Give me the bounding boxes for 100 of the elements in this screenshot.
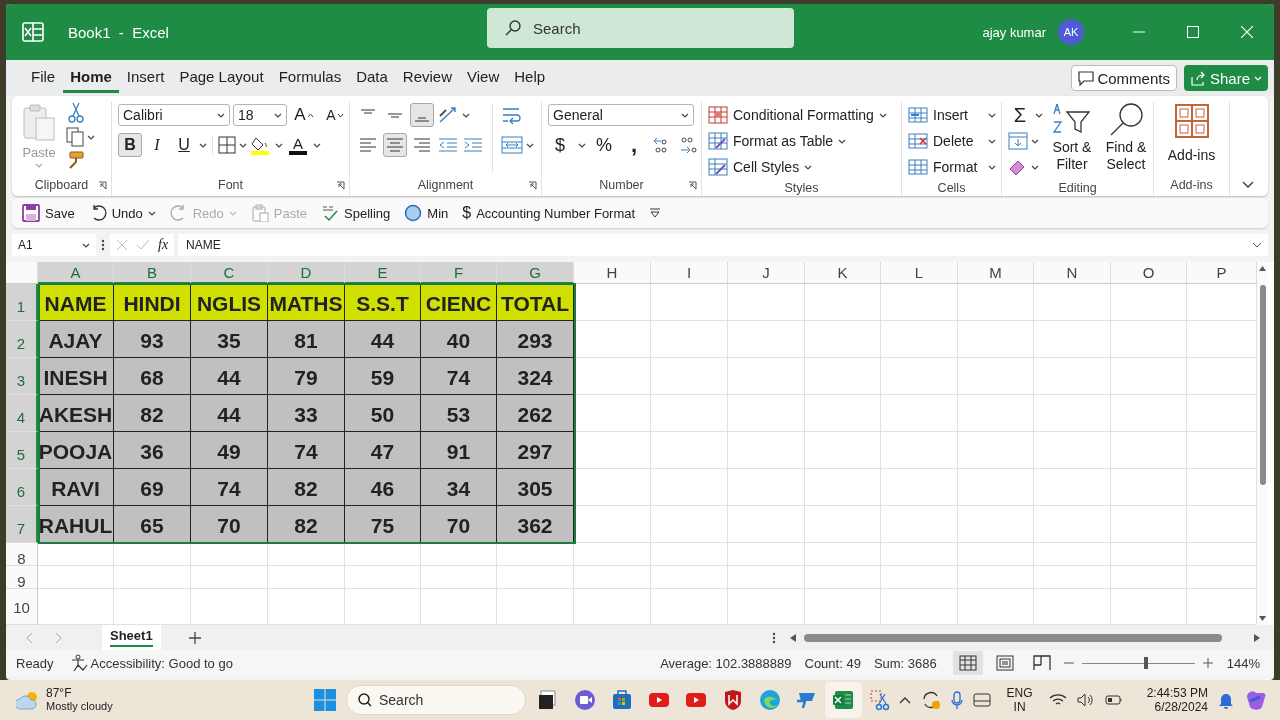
column-header[interactable]: O xyxy=(1111,262,1187,284)
empty-cell[interactable] xyxy=(805,321,881,358)
empty-cell[interactable] xyxy=(728,432,805,469)
caret-icon[interactable] xyxy=(462,112,470,118)
font-name-select[interactable]: Calibri xyxy=(118,104,230,126)
column-header[interactable]: L xyxy=(881,262,958,284)
row-header[interactable]: 2 xyxy=(6,321,38,358)
empty-cell[interactable] xyxy=(1111,395,1187,432)
empty-cell[interactable] xyxy=(805,566,881,589)
column-header[interactable]: A xyxy=(38,262,114,284)
empty-cell[interactable] xyxy=(1111,358,1187,395)
menu-tab[interactable]: Home xyxy=(63,63,119,93)
taskbar-search-field[interactable]: Search xyxy=(346,685,526,715)
fill-color-icon[interactable] xyxy=(250,135,272,155)
scroll-right-icon[interactable] xyxy=(1254,633,1260,642)
zoom-in-icon[interactable] xyxy=(1202,658,1213,668)
empty-cell[interactable] xyxy=(651,506,728,543)
caret-icon[interactable] xyxy=(526,142,534,148)
empty-cell[interactable] xyxy=(805,432,881,469)
empty-cell[interactable] xyxy=(958,543,1034,566)
column-header[interactable]: F xyxy=(421,262,497,284)
row-header[interactable]: 7 xyxy=(6,506,38,543)
empty-cell[interactable] xyxy=(651,358,728,395)
menu-tab[interactable]: Formulas xyxy=(271,63,349,93)
save-button[interactable]: Save xyxy=(22,204,75,222)
merge-cells-icon[interactable] xyxy=(501,135,523,155)
row-header[interactable]: 5 xyxy=(6,432,38,469)
menu-tab[interactable]: Data xyxy=(349,63,395,93)
empty-cell[interactable] xyxy=(574,566,651,589)
styles-menu-button[interactable]: Cell Styles xyxy=(708,154,887,180)
copy-icon[interactable] xyxy=(66,127,84,147)
next-sheet-icon[interactable] xyxy=(54,631,62,644)
battery-icon[interactable] xyxy=(1104,695,1123,705)
format-painter-icon[interactable] xyxy=(66,150,86,170)
empty-cell[interactable] xyxy=(345,543,421,566)
empty-cell[interactable] xyxy=(268,566,345,589)
empty-cell[interactable] xyxy=(805,284,881,321)
caret-icon[interactable] xyxy=(804,164,813,170)
empty-cell[interactable] xyxy=(114,566,191,589)
empty-cell[interactable] xyxy=(881,358,958,395)
underline-button[interactable]: U xyxy=(172,133,196,157)
row-header[interactable]: 10 xyxy=(6,589,38,625)
accessibility-button[interactable]: Accessibility: Good to go xyxy=(69,654,233,672)
sort-filter-button[interactable]: Sort & Filter xyxy=(1049,102,1095,180)
cells-menu-button[interactable]: Insert xyxy=(908,102,996,128)
empty-cell[interactable] xyxy=(1111,506,1187,543)
column-header[interactable]: J xyxy=(728,262,805,284)
cut-icon[interactable] xyxy=(66,102,86,124)
row-header[interactable]: 9 xyxy=(6,566,38,589)
dialog-launcher-icon[interactable] xyxy=(336,180,345,190)
empty-cell[interactable] xyxy=(497,543,574,566)
empty-cell[interactable] xyxy=(958,284,1034,321)
microphone-icon[interactable] xyxy=(950,691,963,709)
find-select-button[interactable]: Find & Select xyxy=(1101,102,1151,180)
empty-cell[interactable] xyxy=(881,321,958,358)
wifi-icon[interactable] xyxy=(1048,693,1067,707)
empty-cell[interactable] xyxy=(881,432,958,469)
number-format-select[interactable]: General xyxy=(548,104,694,126)
caret-icon[interactable] xyxy=(988,112,996,118)
add-sheet-icon[interactable] xyxy=(188,631,201,644)
column-header[interactable]: C xyxy=(191,262,268,284)
notification-bell-icon[interactable] xyxy=(1218,691,1234,709)
empty-cell[interactable] xyxy=(1034,566,1111,589)
cells-menu-button[interactable]: Delete xyxy=(908,128,996,154)
empty-cell[interactable] xyxy=(651,395,728,432)
menu-tab[interactable]: Insert xyxy=(119,63,172,93)
empty-cell[interactable] xyxy=(958,566,1034,589)
column-header[interactable]: E xyxy=(345,262,421,284)
empty-cell[interactable] xyxy=(1034,469,1111,506)
font-size-select[interactable]: 18 xyxy=(233,104,287,126)
empty-cell[interactable] xyxy=(191,566,268,589)
scrollbar-thumb[interactable] xyxy=(804,633,1222,642)
empty-cell[interactable] xyxy=(1111,543,1187,566)
empty-cell[interactable] xyxy=(268,543,345,566)
sheet-tab[interactable]: Sheet1 xyxy=(102,625,161,650)
dialog-launcher-icon[interactable] xyxy=(688,180,697,190)
caret-icon[interactable] xyxy=(275,142,283,148)
italic-button[interactable]: I xyxy=(145,133,169,157)
menu-tab[interactable]: Review xyxy=(395,63,459,93)
empty-cell[interactable] xyxy=(805,395,881,432)
more-options-icon[interactable] xyxy=(772,631,776,644)
accounting-button[interactable]: $ Accounting Number Format xyxy=(462,204,636,222)
name-box[interactable]: A1 xyxy=(12,234,96,256)
start-icon[interactable] xyxy=(314,689,336,711)
percent-button[interactable]: % xyxy=(592,133,616,157)
comments-button[interactable]: Comments xyxy=(1071,65,1177,91)
keyboard-icon[interactable] xyxy=(972,693,991,707)
column-header[interactable]: M xyxy=(958,262,1034,284)
scroll-down-icon[interactable] xyxy=(1259,616,1266,621)
empty-cell[interactable] xyxy=(1111,566,1187,589)
comma-style-button[interactable]: , xyxy=(622,133,646,157)
empty-cell[interactable] xyxy=(728,358,805,395)
caret-icon[interactable] xyxy=(578,142,586,148)
decrease-decimal-icon[interactable] xyxy=(678,135,698,155)
menu-tab[interactable]: File xyxy=(24,63,63,93)
empty-cell[interactable] xyxy=(881,284,958,321)
scroll-left-icon[interactable] xyxy=(790,633,796,642)
zoom-slider-thumb[interactable] xyxy=(1144,657,1149,669)
caret-icon[interactable] xyxy=(988,164,996,170)
menu-tab[interactable]: Page Layout xyxy=(172,63,271,93)
